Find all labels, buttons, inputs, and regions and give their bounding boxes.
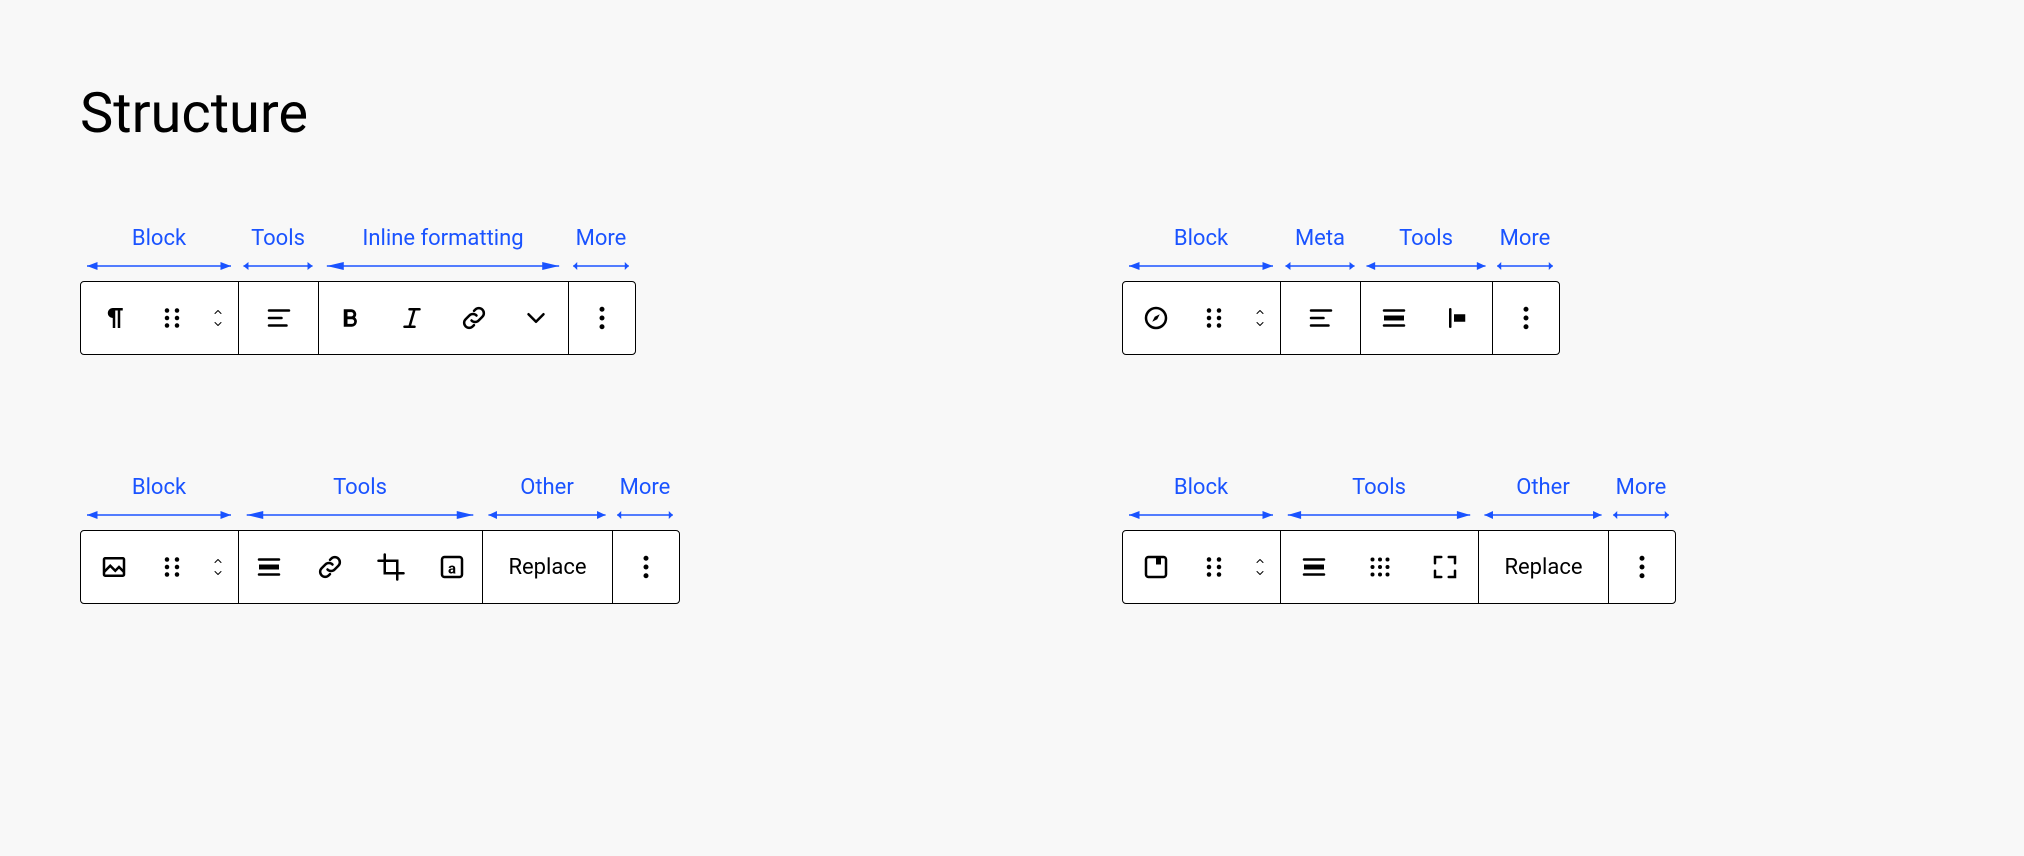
- toolbar-navigation: [1122, 281, 1560, 355]
- example-gallery: Block Tools Other More Replace: [1122, 475, 1944, 604]
- mover-buttons[interactable]: [1240, 531, 1280, 603]
- label-more: More: [1492, 226, 1558, 251]
- block-type-button[interactable]: [1123, 282, 1189, 354]
- label-inline: Inline formatting: [318, 226, 568, 251]
- drag-handle[interactable]: [1189, 282, 1241, 354]
- label-other: Other: [482, 475, 612, 500]
- labels-row: Block Tools Inline formatting More: [80, 226, 902, 273]
- align-wide-button[interactable]: [1281, 531, 1347, 603]
- label-tools: Tools: [1360, 226, 1492, 251]
- align-button[interactable]: [1281, 282, 1360, 354]
- label-tools: Tools: [238, 475, 482, 500]
- mover-buttons[interactable]: [198, 282, 238, 354]
- more-options-button[interactable]: [569, 282, 635, 354]
- drag-handle[interactable]: [147, 531, 199, 603]
- label-block: Block: [80, 475, 238, 500]
- drag-handle[interactable]: [147, 282, 199, 354]
- justify-button[interactable]: [1427, 282, 1493, 354]
- fullscreen-button[interactable]: [1412, 531, 1478, 603]
- toolbar-image: Replace: [80, 530, 680, 604]
- toolbar-paragraph: [80, 281, 636, 355]
- label-more: More: [1608, 475, 1674, 500]
- mover-buttons[interactable]: [1240, 282, 1280, 354]
- toolbar-gallery: Replace: [1122, 530, 1676, 604]
- more-options-button[interactable]: [1609, 531, 1675, 603]
- labels-row: Block Tools Other More: [1122, 475, 1944, 522]
- align-wide-button[interactable]: [239, 531, 300, 603]
- block-type-button[interactable]: [81, 282, 147, 354]
- crop-button[interactable]: [361, 531, 422, 603]
- align-button[interactable]: [239, 282, 318, 354]
- example-image: Block Tools Other More Replace: [80, 475, 902, 604]
- link-button[interactable]: [443, 282, 505, 354]
- example-navigation: Block Meta Tools More: [1122, 226, 1944, 355]
- example-paragraph: Block Tools Inline formatting More: [80, 226, 902, 355]
- label-other: Other: [1478, 475, 1608, 500]
- label-meta: Meta: [1280, 226, 1360, 251]
- label-tools: Tools: [1280, 475, 1478, 500]
- label-tools: Tools: [238, 226, 318, 251]
- link-button[interactable]: [300, 531, 361, 603]
- more-formatting-button[interactable]: [505, 282, 567, 354]
- page-title: Structure: [80, 80, 1944, 146]
- grid-button[interactable]: [1347, 531, 1413, 603]
- drag-handle[interactable]: [1189, 531, 1241, 603]
- more-options-button[interactable]: [1493, 282, 1559, 354]
- align-wide-button[interactable]: [1361, 282, 1427, 354]
- label-more: More: [568, 226, 634, 251]
- replace-button[interactable]: Replace: [1479, 531, 1608, 603]
- mover-buttons[interactable]: [198, 531, 238, 603]
- labels-row: Block Meta Tools More: [1122, 226, 1944, 273]
- more-options-button[interactable]: [613, 531, 679, 603]
- bold-button[interactable]: [319, 282, 381, 354]
- italic-button[interactable]: [381, 282, 443, 354]
- block-type-button[interactable]: [81, 531, 147, 603]
- label-block: Block: [80, 226, 238, 251]
- label-block: Block: [1122, 475, 1280, 500]
- label-more: More: [612, 475, 678, 500]
- text-overlay-button[interactable]: [421, 531, 482, 603]
- labels-row: Block Tools Other More: [80, 475, 902, 522]
- label-block: Block: [1122, 226, 1280, 251]
- replace-button[interactable]: Replace: [483, 531, 612, 603]
- block-type-button[interactable]: [1123, 531, 1189, 603]
